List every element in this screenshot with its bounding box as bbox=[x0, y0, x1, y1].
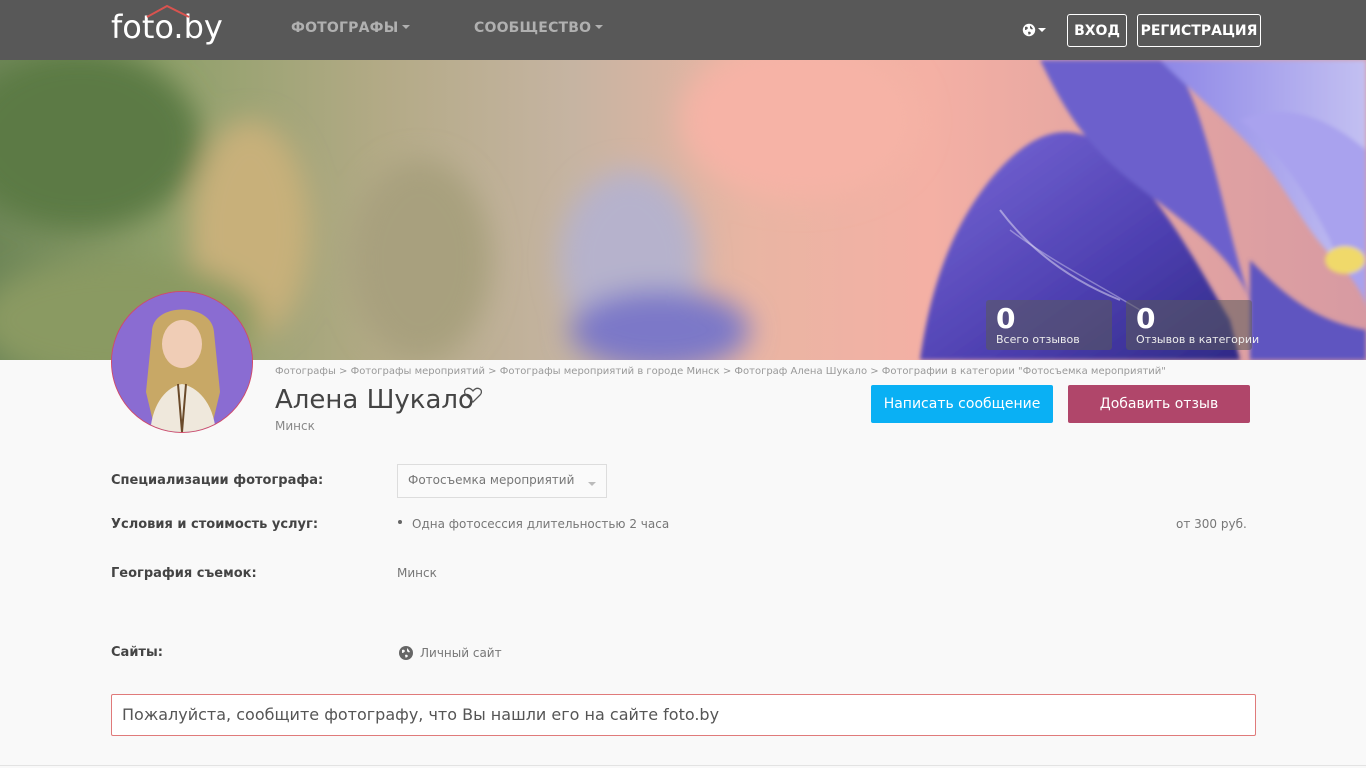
list-bullet bbox=[398, 520, 402, 524]
nav-community-menu[interactable]: СООБЩЕСТВО bbox=[474, 20, 604, 36]
chevron-down-icon bbox=[588, 482, 596, 486]
language-selector[interactable] bbox=[1021, 20, 1049, 40]
write-message-button[interactable]: Написать сообщение bbox=[871, 385, 1053, 423]
write-message-label: Написать сообщение bbox=[883, 396, 1041, 412]
sites-label: Сайты: bbox=[111, 645, 163, 660]
photographer-city: Минск bbox=[275, 419, 315, 433]
login-button[interactable]: ВХОД bbox=[1067, 14, 1127, 47]
nav-community-label: СООБЩЕСТВО bbox=[474, 20, 592, 36]
category-reviews-label: Отзывов в категории bbox=[1136, 333, 1260, 346]
register-label: РЕГИСТРАЦИЯ bbox=[1140, 22, 1258, 39]
geography-value: Минск bbox=[397, 566, 437, 580]
add-review-label: Добавить отзыв bbox=[1099, 396, 1219, 412]
category-reviews-count: 0 bbox=[1136, 302, 1156, 335]
specialization-select[interactable]: Фотосъемка мероприятий bbox=[397, 464, 607, 498]
divider bbox=[0, 765, 1366, 766]
personal-site-link[interactable]: Личный сайт bbox=[398, 645, 502, 661]
nav-photographers-label: ФОТОГРАФЫ bbox=[291, 20, 399, 36]
nav-photographers-menu[interactable]: ФОТОГРАФЫ bbox=[291, 20, 411, 36]
specialization-selected-value: Фотосъемка мероприятий bbox=[408, 473, 575, 487]
chevron-down-icon bbox=[595, 25, 604, 29]
services-label: Условия и стоимость услуг: bbox=[111, 517, 319, 532]
photographer-name: Алена Шукало bbox=[275, 385, 474, 415]
avatar[interactable] bbox=[111, 291, 253, 433]
geography-label: География съемок: bbox=[111, 566, 257, 581]
category-reviews-stat: 0 Отзывов в категории bbox=[1126, 300, 1259, 350]
specializations-label: Специализации фотографа: bbox=[111, 473, 324, 488]
globe-icon bbox=[1022, 23, 1036, 37]
logo-roof-icon bbox=[146, 4, 190, 18]
personal-site-label: Личный сайт bbox=[420, 646, 502, 660]
service-item: Одна фотосессия длительностью 2 часа bbox=[412, 517, 670, 531]
total-reviews-stat: 0 Всего отзывов bbox=[986, 300, 1112, 350]
heart-icon[interactable] bbox=[464, 387, 482, 403]
notice-box: Пожалуйста, сообщите фотографу, что Вы н… bbox=[111, 694, 1256, 736]
breadcrumb[interactable]: Фотографы > Фотографы мероприятий > Фото… bbox=[275, 366, 1166, 377]
avatar-photo bbox=[112, 292, 252, 432]
register-button[interactable]: РЕГИСТРАЦИЯ bbox=[1137, 14, 1261, 47]
chevron-down-icon bbox=[402, 25, 411, 29]
chevron-down-icon bbox=[1038, 28, 1046, 32]
login-label: ВХОД bbox=[1074, 22, 1120, 39]
add-review-button[interactable]: Добавить отзыв bbox=[1068, 385, 1250, 423]
site-logo[interactable]: foto.by bbox=[111, 4, 223, 48]
notice-text: Пожалуйста, сообщите фотографу, что Вы н… bbox=[122, 705, 720, 724]
globe-icon bbox=[399, 646, 413, 660]
total-reviews-label: Всего отзывов bbox=[996, 333, 1080, 346]
top-navbar: foto.by ФОТОГРАФЫ СООБЩЕСТВО ВХОД РЕГИСТ… bbox=[0, 0, 1366, 60]
service-price: от 300 руб. bbox=[1176, 517, 1247, 531]
total-reviews-count: 0 bbox=[996, 302, 1016, 335]
